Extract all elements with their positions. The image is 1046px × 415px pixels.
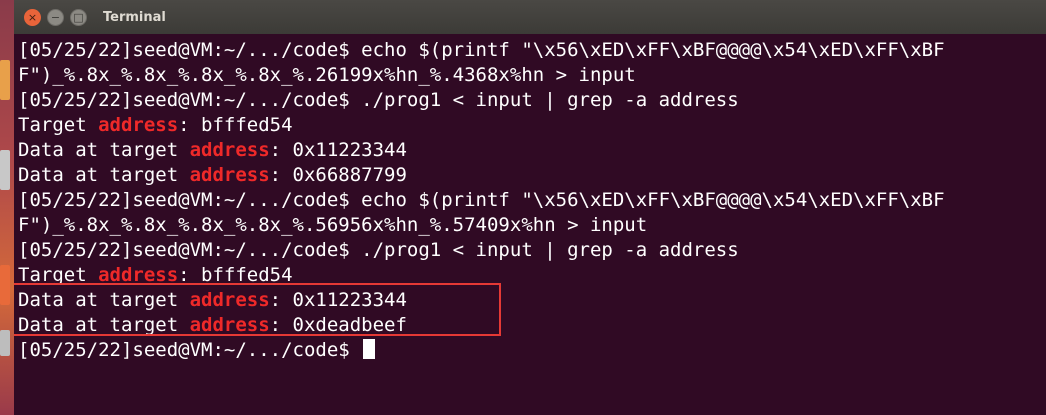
grep-match: address bbox=[189, 139, 270, 161]
highlight-box bbox=[14, 283, 501, 336]
prompt-line[interactable]: [05/25/22]seed@VM:~/.../code$ bbox=[18, 338, 1046, 363]
terminal-area[interactable]: [05/25/22]seed@VM:~/.../code$ echo $(pri… bbox=[14, 34, 1046, 415]
output-text: : bfffed54 bbox=[178, 114, 293, 136]
grep-match: address bbox=[98, 114, 179, 136]
close-icon[interactable]: × bbox=[24, 8, 41, 26]
output-text: : 0x66887799 bbox=[269, 164, 407, 186]
minimize-icon[interactable]: − bbox=[47, 8, 64, 26]
output-text: Target bbox=[18, 114, 99, 136]
output-text: Data at target bbox=[18, 164, 190, 186]
command-line: [05/25/22]seed@VM:~/.../code$ ./prog1 < … bbox=[18, 89, 739, 111]
text-cursor bbox=[363, 339, 376, 359]
output-text: Data at target bbox=[18, 139, 190, 161]
launcher-icon[interactable] bbox=[0, 330, 10, 356]
command-line: [05/25/22]seed@VM:~/.../code$ echo $(pri… bbox=[18, 39, 945, 61]
window-titlebar[interactable]: × − □ Terminal bbox=[14, 0, 1046, 34]
desktop-background bbox=[0, 0, 14, 415]
command-continuation: F")_%.8x_%.8x_%.8x_%.8x_%.26199x%hn_%.43… bbox=[18, 64, 636, 86]
launcher-icon[interactable] bbox=[0, 265, 10, 305]
window-title: Terminal bbox=[103, 9, 166, 25]
output-line: Data at target address: 0x11223344 bbox=[18, 138, 1046, 163]
grep-match: address bbox=[189, 164, 270, 186]
output-line: Data at target address: 0x66887799 bbox=[18, 163, 1046, 188]
maximize-icon[interactable]: □ bbox=[70, 8, 87, 26]
shell-prompt: [05/25/22]seed@VM:~/.../code$ bbox=[18, 339, 350, 361]
command-line: [05/25/22]seed@VM:~/.../code$ ./prog1 < … bbox=[18, 239, 739, 261]
launcher-icon[interactable] bbox=[0, 60, 10, 100]
launcher-icon[interactable] bbox=[0, 150, 10, 190]
command-continuation: F")_%.8x_%.8x_%.8x_%.8x_%.56956x%hn_%.57… bbox=[18, 214, 648, 236]
output-text: : 0x11223344 bbox=[269, 139, 407, 161]
command-line: [05/25/22]seed@VM:~/.../code$ echo $(pri… bbox=[18, 189, 945, 211]
output-line: Target address: bfffed54 bbox=[18, 113, 1046, 138]
